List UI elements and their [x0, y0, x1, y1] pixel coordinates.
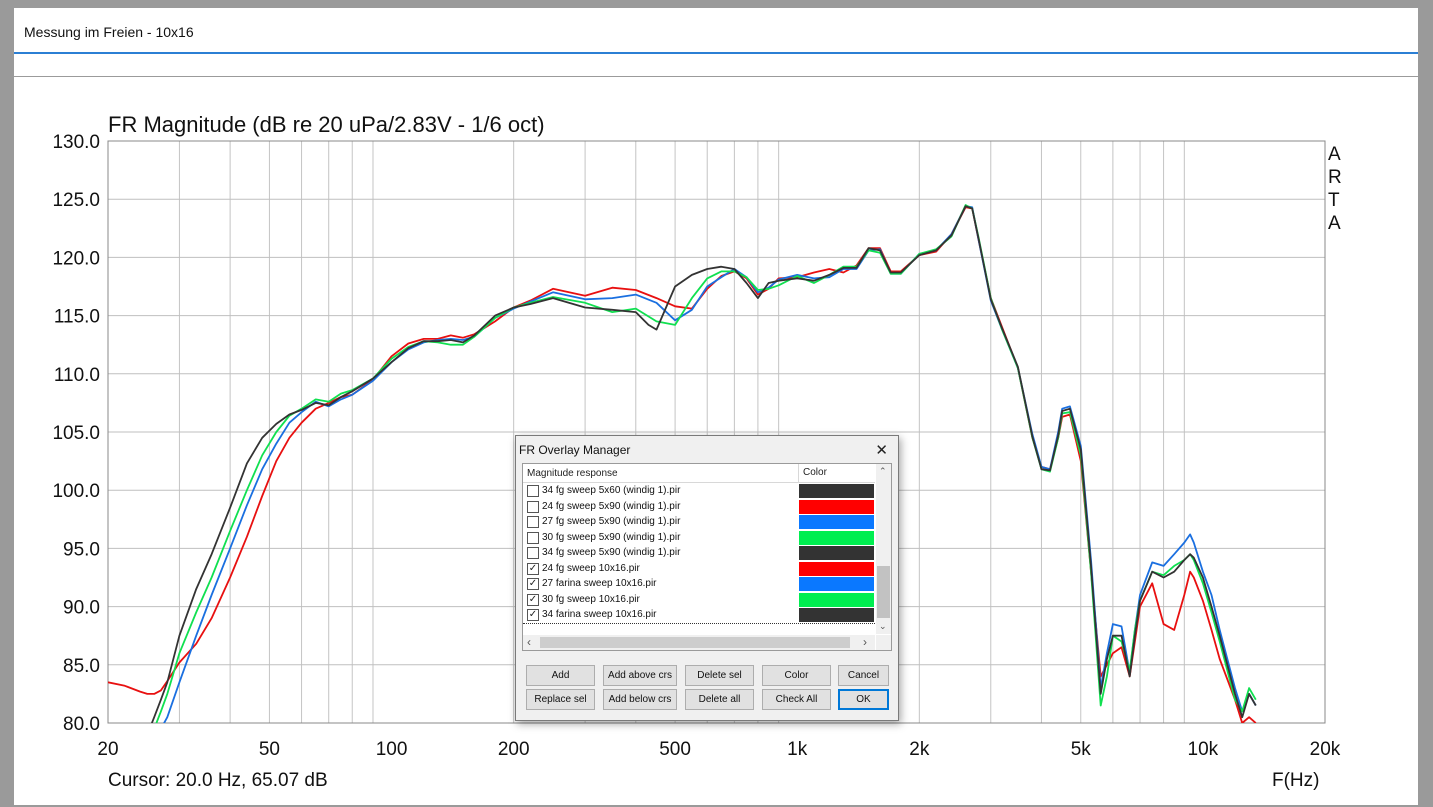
- row-label: 34 fg sweep 5x90 (windig 1).pir: [542, 547, 681, 558]
- scroll-left-icon[interactable]: ‹: [527, 635, 531, 649]
- add-button[interactable]: Add: [526, 665, 595, 686]
- arta-watermark-letter: R: [1328, 167, 1342, 188]
- y-tick-label: 115.0: [54, 307, 100, 328]
- x-tick-label: 1k: [787, 739, 808, 760]
- y-tick-label: 95.0: [63, 539, 100, 560]
- scroll-up-icon[interactable]: ⌃: [879, 466, 887, 477]
- row-checkbox[interactable]: [527, 485, 539, 497]
- list-item[interactable]: 27 fg sweep 5x90 (windig 1).pir: [523, 515, 875, 530]
- row-label: 27 farina sweep 10x16.pir: [542, 578, 657, 589]
- fr-overlay-manager-dialog: FR Overlay Manager ✕ Magnitude response …: [515, 435, 899, 721]
- row-color-swatch[interactable]: [799, 499, 874, 514]
- row-checkbox[interactable]: ✓: [527, 609, 539, 621]
- x-tick-label: 50: [259, 739, 280, 760]
- row-checkbox[interactable]: [527, 547, 539, 559]
- overlay-list[interactable]: Magnitude response Color 34 fg sweep 5x6…: [522, 463, 892, 651]
- y-tick-label: 120.0: [52, 248, 100, 269]
- row-checkbox[interactable]: [527, 531, 539, 544]
- title-bar: Messung im Freien - 10x16: [14, 8, 1418, 54]
- row-color-swatch[interactable]: [799, 484, 874, 498]
- cursor-readout: Cursor: 20.0 Hz, 65.07 dB: [108, 770, 328, 791]
- toolbar-strip: [14, 54, 1418, 77]
- row-label: 34 farina sweep 10x16.pir: [542, 609, 657, 620]
- check-all-button[interactable]: Check All: [762, 689, 831, 710]
- row-checkbox[interactable]: ✓: [527, 578, 539, 590]
- row-label: 30 fg sweep 5x90 (windig 1).pir: [542, 531, 681, 543]
- delete-selected-button[interactable]: Delete sel: [685, 665, 754, 686]
- list-item[interactable]: ✓ 24 fg sweep 10x16.pir: [523, 561, 875, 577]
- add-above-cursor-button[interactable]: Add above crs: [603, 665, 677, 686]
- x-tick-label: 20k: [1310, 739, 1341, 760]
- scroll-corner: [876, 635, 891, 650]
- arta-watermark-letter: A: [1328, 213, 1341, 234]
- row-label: 24 fg sweep 10x16.pir: [542, 562, 640, 574]
- row-label: 34 fg sweep 5x60 (windig 1).pir: [542, 485, 681, 496]
- delete-all-button[interactable]: Delete all: [685, 689, 754, 710]
- row-checkbox[interactable]: [527, 500, 539, 513]
- x-tick-label: 500: [659, 739, 691, 760]
- chart-title: FR Magnitude (dB re 20 uPa/2.83V - 1/6 o…: [108, 112, 545, 137]
- vertical-scrollbar[interactable]: ⌃ ⌄: [876, 464, 891, 634]
- x-tick-label: 200: [498, 739, 530, 760]
- list-item[interactable]: 34 fg sweep 5x90 (windig 1).pir: [523, 546, 875, 561]
- horizontal-scrollbar[interactable]: ‹ ›: [523, 635, 875, 650]
- y-tick-label: 80.0: [63, 714, 100, 735]
- scroll-right-icon[interactable]: ›: [863, 635, 867, 649]
- horizontal-scroll-thumb[interactable]: [540, 637, 850, 648]
- row-color-swatch[interactable]: [799, 577, 874, 591]
- x-tick-label: 10k: [1188, 739, 1219, 760]
- row-label: 30 fg sweep 10x16.pir: [542, 593, 640, 605]
- x-tick-label: 100: [376, 739, 408, 760]
- row-color-swatch[interactable]: [799, 546, 874, 560]
- color-button[interactable]: Color: [762, 665, 831, 686]
- ok-button[interactable]: OK: [838, 689, 889, 710]
- list-item[interactable]: ✓ 30 fg sweep 10x16.pir: [523, 592, 875, 608]
- list-item[interactable]: ✓ 27 farina sweep 10x16.pir: [523, 577, 875, 592]
- arta-watermark-letter: A: [1328, 144, 1341, 165]
- y-tick-label: 85.0: [63, 656, 100, 677]
- y-tick-label: 90.0: [63, 598, 100, 619]
- list-item[interactable]: ✓ 34 farina sweep 10x16.pir: [523, 608, 875, 624]
- row-label: 27 fg sweep 5x90 (windig 1).pir: [542, 516, 681, 527]
- row-color-swatch[interactable]: [799, 608, 874, 622]
- y-tick-label: 105.0: [52, 423, 100, 444]
- row-checkbox[interactable]: ✓: [527, 593, 539, 606]
- row-checkbox[interactable]: ✓: [527, 562, 539, 575]
- y-tick-label: 125.0: [52, 190, 100, 211]
- window-title: Messung im Freien - 10x16: [24, 24, 194, 40]
- y-tick-label: 110.0: [54, 365, 100, 386]
- x-axis-label: F(Hz): [1272, 770, 1319, 791]
- close-icon[interactable]: ✕: [875, 441, 888, 459]
- row-color-swatch[interactable]: [799, 561, 874, 576]
- column-header-color[interactable]: Color: [798, 464, 827, 482]
- list-item[interactable]: 34 fg sweep 5x60 (windig 1).pir: [523, 484, 875, 499]
- list-item[interactable]: 24 fg sweep 5x90 (windig 1).pir: [523, 499, 875, 515]
- column-header-response[interactable]: Magnitude response: [527, 468, 618, 479]
- x-tick-label: 20: [97, 739, 118, 760]
- row-color-swatch[interactable]: [799, 530, 874, 545]
- row-checkbox[interactable]: [527, 516, 539, 528]
- scroll-down-icon[interactable]: ⌄: [879, 621, 887, 632]
- x-tick-label: 2k: [909, 739, 930, 760]
- replace-selected-button[interactable]: Replace sel: [526, 689, 595, 710]
- cancel-button[interactable]: Cancel: [838, 665, 889, 686]
- y-tick-label: 100.0: [52, 481, 100, 502]
- list-header: Magnitude response Color: [523, 464, 875, 483]
- row-label: 24 fg sweep 5x90 (windig 1).pir: [542, 500, 681, 512]
- list-item[interactable]: 30 fg sweep 5x90 (windig 1).pir: [523, 530, 875, 546]
- x-tick-label: 5k: [1071, 739, 1092, 760]
- add-below-cursor-button[interactable]: Add below crs: [603, 689, 677, 710]
- row-color-swatch[interactable]: [799, 515, 874, 529]
- arta-watermark-letter: T: [1328, 190, 1340, 211]
- scroll-thumb[interactable]: [877, 566, 890, 618]
- dialog-title: FR Overlay Manager: [519, 443, 631, 457]
- row-color-swatch[interactable]: [799, 592, 874, 607]
- y-tick-label: 130.0: [52, 132, 100, 153]
